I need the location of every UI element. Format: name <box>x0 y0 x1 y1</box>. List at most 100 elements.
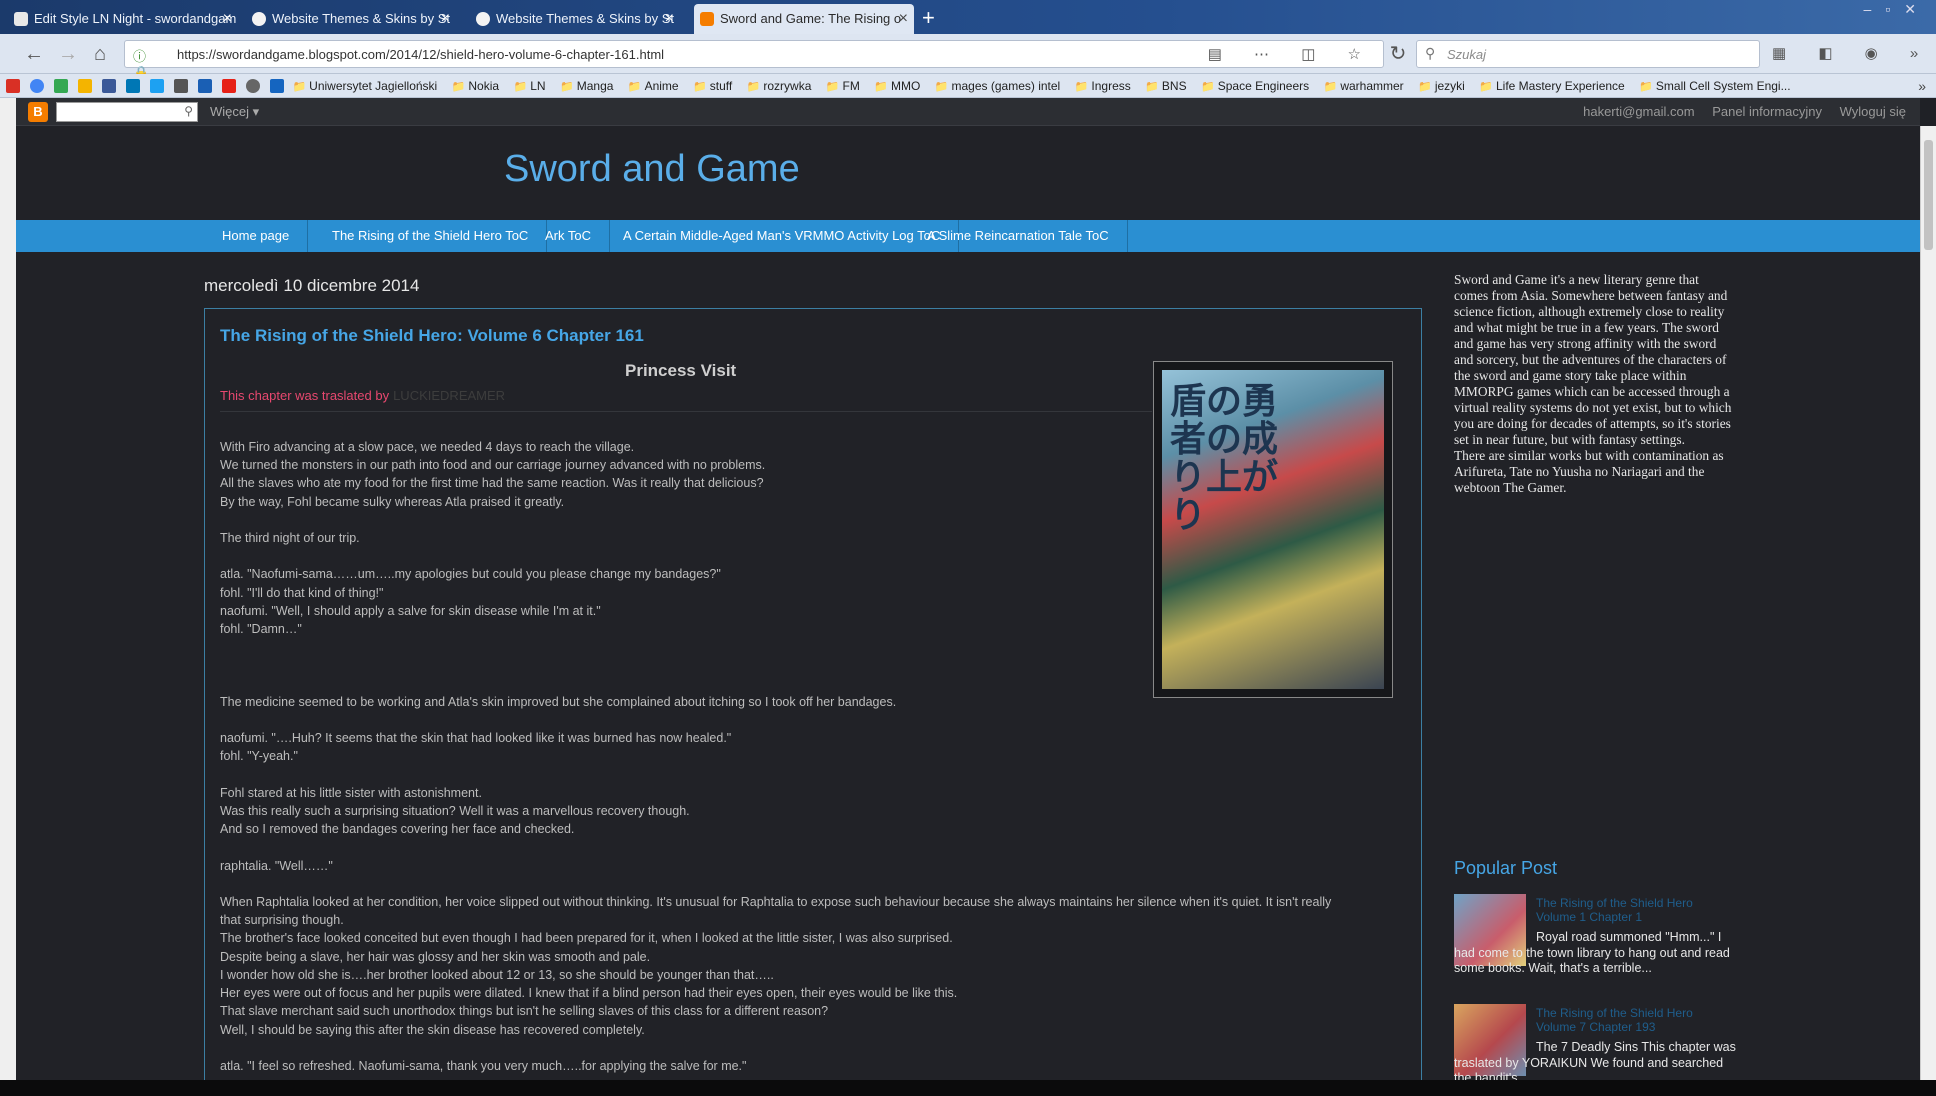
search-field[interactable]: ⚲ Szukaj <box>1416 40 1760 68</box>
youtube-icon[interactable] <box>222 79 236 93</box>
bookmark-folder[interactable]: rozrywka <box>747 74 811 97</box>
blog-search-input[interactable]: ⚲ <box>56 102 198 122</box>
bookmark-folder[interactable]: jezyki <box>1418 74 1465 97</box>
close-tab-icon[interactable]: × <box>665 4 674 34</box>
menu-shield-hero-toc[interactable]: The Rising of the Shield Hero ToC <box>314 220 548 252</box>
main-menu: Home page The Rising of the Shield Hero … <box>16 220 1920 252</box>
window-left-edge <box>0 98 16 1080</box>
window-controls[interactable]: –▫✕ <box>1864 0 1930 18</box>
site-title[interactable]: Sword and Game <box>504 148 800 191</box>
paragraph: raphtalia. "Well……" <box>220 858 333 873</box>
bookmark-link[interactable]: Life Mastery Experience <box>1479 74 1625 97</box>
bookmark-icon[interactable] <box>78 79 92 93</box>
menu-vrmmo-toc[interactable]: A Certain Middle-Aged Man's VRMMO Activi… <box>605 220 960 252</box>
globe-icon[interactable] <box>246 79 260 93</box>
dashboard-link[interactable]: Panel informacyjny <box>1712 104 1822 119</box>
bookmark-folder[interactable]: FM <box>826 74 860 97</box>
popular-post-item[interactable]: The Rising of the Shield Hero Volume 7 C… <box>1454 1004 1736 1080</box>
page-actions[interactable]: ▤ ⋯ ◫ ☆ <box>1208 45 1375 63</box>
tab-label: Edit Style LN Night - swordandgam <box>34 11 237 26</box>
tab-label: Sword and Game: The Rising o <box>720 11 902 26</box>
search-placeholder: Szukaj <box>1447 47 1487 62</box>
linkedin-icon[interactable] <box>126 79 140 93</box>
more-menu[interactable]: Więcej ▾ <box>210 104 259 120</box>
menu-home[interactable]: Home page <box>204 220 309 252</box>
close-tab-icon[interactable]: × <box>223 4 232 34</box>
bookmark-icon[interactable] <box>174 79 188 93</box>
bookmark-folder[interactable]: warhammer <box>1324 74 1403 97</box>
bookmarks-bar: Uniwersytet Jagielloński Nokia LN Manga … <box>0 74 1936 98</box>
translator-label: This chapter was traslated by <box>220 388 390 403</box>
bookmark-link[interactable]: Small Cell System Engi... <box>1639 74 1791 97</box>
scrollbar-thumb[interactable] <box>1924 140 1933 250</box>
address-bar[interactable]: ⓘ 🔒 https://swordandgame.blogspot.com/20… <box>124 40 1384 80</box>
url-text[interactable]: https://swordandgame.blogspot.com/2014/1… <box>177 47 664 62</box>
search-icon[interactable]: ⚲ <box>184 104 193 118</box>
paragraph: atla. "I feel so refreshed. Naofumi-sama… <box>220 1058 747 1073</box>
sidebar-description: Sword and Game it's a new literary genre… <box>1454 272 1732 495</box>
popular-post-snippet: The 7 Deadly Sins This chapter was trasl… <box>1454 1040 1736 1080</box>
paragraph: atla. "Naofumi-sama……um…..my apologies b… <box>220 567 721 637</box>
google-icon[interactable] <box>30 79 44 93</box>
page-scrollbar[interactable] <box>1920 126 1936 1080</box>
account-email[interactable]: hakerti@gmail.com <box>1583 104 1694 119</box>
popular-post-item[interactable]: The Rising of the Shield Hero Volume 1 C… <box>1454 894 1736 996</box>
blogger-icon <box>700 12 714 26</box>
bookmark-folder[interactable]: Uniwersytet Jagielloński <box>292 74 437 97</box>
blogger-account: hakerti@gmail.com Panel informacyjny Wyl… <box>1569 104 1906 119</box>
blogger-logo-icon[interactable]: B <box>28 102 48 122</box>
tab-label: Website Themes & Skins by St <box>496 11 674 26</box>
paragraph: Fohl stared at his little sister with as… <box>220 785 690 837</box>
menu-ark-toc[interactable]: Ark ToC <box>527 220 610 252</box>
facebook-icon[interactable] <box>102 79 116 93</box>
paragraph: naofumi. "….Huh? It seems that the skin … <box>220 731 732 764</box>
home-icon[interactable]: ⌂ <box>88 42 112 66</box>
bookmark-folder[interactable]: Manga <box>560 74 614 97</box>
bookmark-folder[interactable]: MMO <box>874 74 920 97</box>
bookmark-icon[interactable] <box>198 79 212 93</box>
reload-icon[interactable]: ↻ <box>1386 42 1410 66</box>
popular-post-link[interactable]: The Rising of the Shield Hero Volume 1 C… <box>1536 896 1736 924</box>
bookmark-folder[interactable]: Ingress <box>1075 74 1130 97</box>
paragraph: The third night of our trip. <box>220 531 360 546</box>
chapter-name: Princess Visit <box>625 361 737 380</box>
logout-link[interactable]: Wyloguj się <box>1840 104 1906 119</box>
tab-sword-and-game[interactable]: Sword and Game: The Rising o × <box>694 4 914 34</box>
bookmark-folder[interactable]: Anime <box>628 74 679 97</box>
post-title[interactable]: The Rising of the Shield Hero: Volume 6 … <box>220 326 644 346</box>
tab-label: Website Themes & Skins by St <box>272 11 450 26</box>
bookmark-folder[interactable]: Nokia <box>452 74 499 97</box>
translator-link[interactable]: LUCKIEDREAMER <box>393 388 505 403</box>
post-body: With Firo advancing at a slow pace, we n… <box>220 438 1390 1075</box>
divider <box>220 411 1152 412</box>
post-container: The Rising of the Shield Hero: Volume 6 … <box>204 308 1422 1080</box>
bookmark-folder[interactable]: stuff <box>693 74 732 97</box>
tab-website-themes-1[interactable]: Website Themes & Skins by St × <box>246 4 456 34</box>
bookmark-icon[interactable] <box>270 79 284 93</box>
gmail-icon[interactable] <box>6 79 20 93</box>
close-tab-icon[interactable]: × <box>441 4 450 34</box>
bookmark-folder[interactable]: Space Engineers <box>1201 74 1309 97</box>
more-bookmarks-icon[interactable]: » <box>1918 74 1926 97</box>
bookmark-folder[interactable]: mages (games) intel <box>935 74 1061 97</box>
tab-edit-style[interactable]: Edit Style LN Night - swordandgam × <box>8 4 238 34</box>
popular-post-snippet: Royal road summoned "Hmm..." I had come … <box>1454 930 1730 976</box>
menu-slime-toc[interactable]: A Slime Reincarnation Tale ToC <box>909 220 1128 252</box>
forward-icon[interactable]: → <box>56 42 80 66</box>
paragraph: When Raphtalia looked at her condition, … <box>220 895 1332 1037</box>
bookmark-folder[interactable]: LN <box>514 74 545 97</box>
bookmark-folder[interactable]: BNS <box>1145 74 1187 97</box>
popular-posts-title: Popular Post <box>1454 858 1558 878</box>
taskbar <box>0 1080 1936 1096</box>
drive-icon[interactable] <box>54 79 68 93</box>
popular-post-link[interactable]: The Rising of the Shield Hero Volume 7 C… <box>1536 1006 1736 1034</box>
back-icon[interactable]: ← <box>22 42 46 66</box>
new-tab-button[interactable]: + <box>922 4 935 32</box>
close-tab-icon[interactable]: × <box>899 4 908 34</box>
navigation-toolbar: ← → ⌂ ⓘ 🔒 https://swordandgame.blogspot.… <box>0 34 1936 80</box>
paragraph: The medicine seemed to be working and At… <box>220 694 897 709</box>
tab-website-themes-2[interactable]: Website Themes & Skins by St × <box>470 4 680 34</box>
bookmark-icon[interactable] <box>150 79 164 93</box>
extension-icons[interactable]: ▦ ◧ ◉ » ≡ <box>1772 44 1936 62</box>
paragraph: With Firo advancing at a slow pace, we n… <box>220 440 766 509</box>
